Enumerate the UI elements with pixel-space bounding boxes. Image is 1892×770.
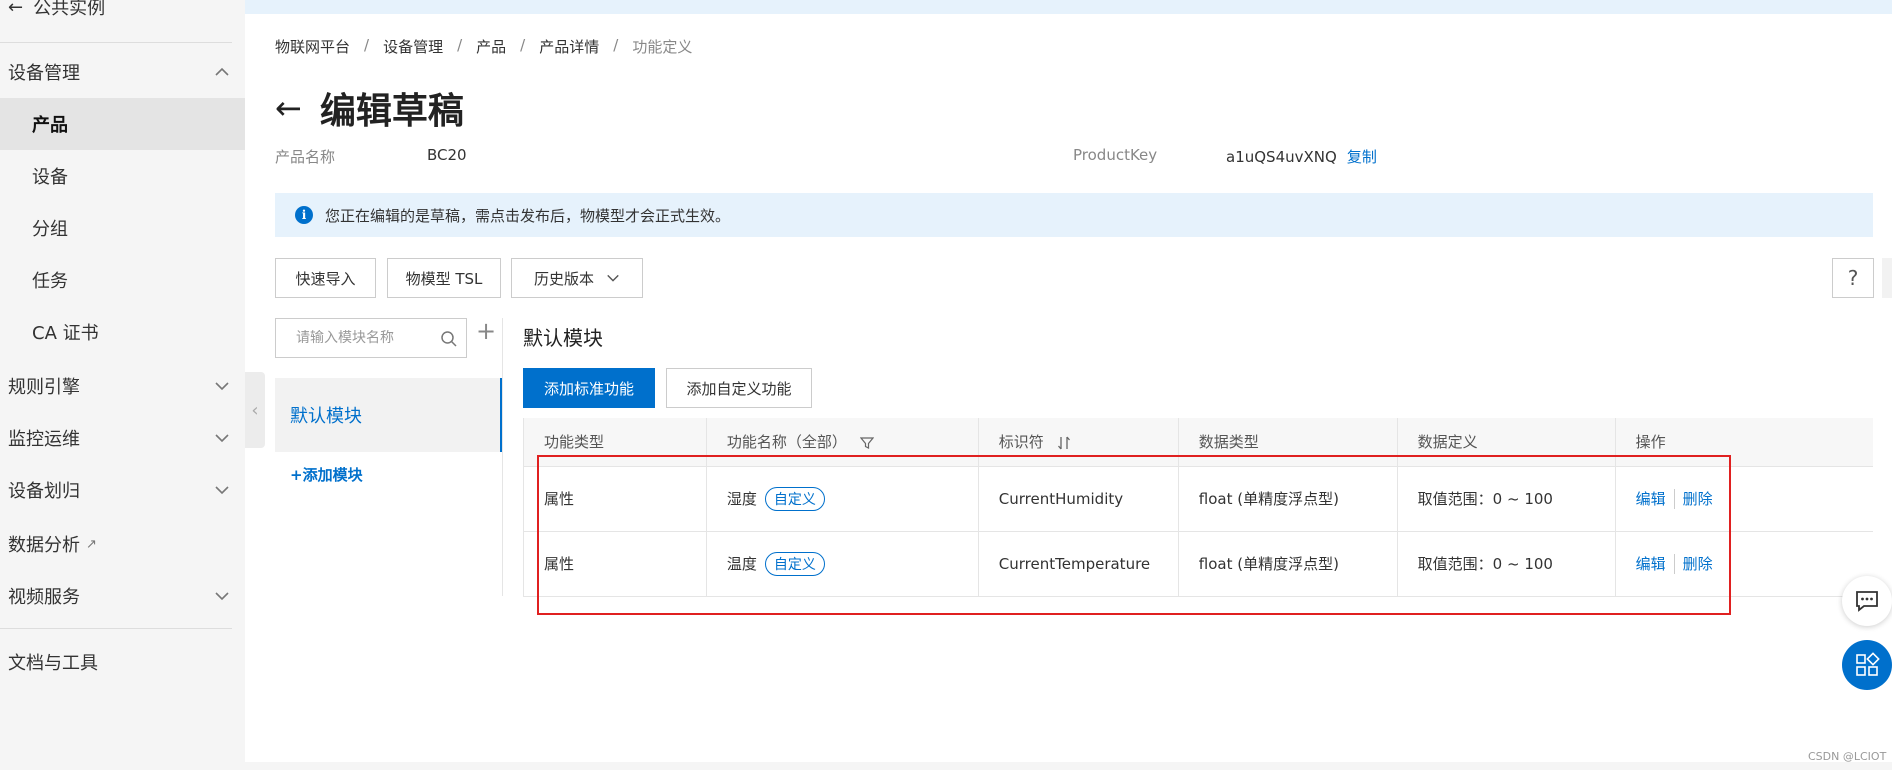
breadcrumb-separator: / [613,36,619,54]
chevron-down-icon [215,434,229,443]
sidebar-item-data-analysis[interactable]: 数据分析 ↗ [0,518,245,570]
product-key-field: a1uQS4uvXNQ 复制 [1226,146,1377,167]
sidebar-item-docs-tools[interactable]: 文档与工具 [0,636,245,688]
module-search [275,318,467,358]
apps-float-button[interactable] [1842,640,1892,690]
sidebar-item-ca-certificates[interactable]: CA 证书 [0,306,245,358]
module-search-input[interactable] [296,330,436,346]
breadcrumb-item[interactable]: 产品 [476,36,506,57]
sidebar-item-label: 规则引擎 [8,377,80,398]
breadcrumb: 物联网平台 / 设备管理 / 产品 / 产品详情 / 功能定义 [275,36,692,57]
product-name-label: 产品名称 [275,148,336,166]
sidebar-item-video-service[interactable]: 视频服务 [0,570,245,622]
column-header-label: 功能类型 [544,433,605,452]
sidebar-item-label: 监控运维 [8,429,80,450]
sidebar-item-device-management[interactable]: 设备管理 [0,46,245,98]
chevron-up-icon [215,67,229,76]
sidebar-item-label: 视频服务 [8,587,80,608]
draft-notice: i 您正在编辑的是草稿，需点击发布后，物模型才会正式生效。 [275,193,1873,237]
quick-import-label: 快速导入 [295,269,356,288]
page-header: ← 编辑草稿 [275,82,464,134]
column-header-label: 标识符 [998,433,1044,452]
tsl-button[interactable]: 物模型 TSL [387,258,501,298]
top-banner [245,0,1892,14]
apps-grid-icon [1856,652,1880,676]
add-custom-feature-button[interactable]: 添加自定义功能 [666,368,812,408]
sidebar-divider [0,628,232,629]
sidebar-item-tasks[interactable]: 任务 [0,254,245,306]
sidebar-item-device-assignment[interactable]: 设备划归 [0,464,245,516]
search-icon[interactable] [440,330,458,348]
sidebar-item-groups[interactable]: 分组 [0,202,245,254]
back-to-instances[interactable]: ← 公共实例 [8,0,105,22]
breadcrumb-current: 功能定义 [632,38,693,56]
breadcrumb-item[interactable]: 设备管理 [383,36,443,57]
add-standard-feature-button[interactable]: 添加标准功能 [523,368,655,408]
plus-icon[interactable]: + [476,319,496,343]
add-standard-label: 添加标准功能 [543,379,634,398]
back-arrow-icon[interactable]: ← [275,92,302,124]
chat-float-button[interactable] [1842,576,1892,626]
module-item-default[interactable]: 默认模块 [275,378,502,452]
add-custom-label: 添加自定义功能 [686,379,792,398]
chevron-down-icon [215,592,229,601]
sidebar-item-label: 文档与工具 [8,653,98,674]
column-header-label: 功能名称（全部） [726,433,847,452]
column-header-label: 数据定义 [1417,433,1478,452]
sidebar-item-label: 设备 [32,167,68,188]
copy-link[interactable]: 复制 [1347,148,1377,166]
product-name-value: BC20 [427,146,467,164]
sidebar-item-label: 设备划归 [8,481,80,502]
help-button[interactable]: ? [1832,258,1874,298]
sidebar: ← 公共实例 设备管理 产品 设备 分组 任务 CA 证书 规则引擎 监控运维 … [0,0,245,770]
sidebar-item-label: 产品 [32,115,68,136]
history-version-dropdown[interactable]: 历史版本 [511,258,643,298]
chevron-down-icon [215,382,229,391]
page-title: 编辑草稿 [319,91,464,132]
notice-text: 您正在编辑的是草稿，需点击发布后，物模型才会正式生效。 [325,206,731,225]
column-header-label: 操作 [1635,433,1666,452]
highlight-annotation-box [537,455,1731,615]
sidebar-item-devices[interactable]: 设备 [0,150,245,202]
sidebar-item-label: 数据分析 [8,535,80,556]
tsl-label: 物模型 TSL [405,269,483,288]
sidebar-item-label: 任务 [32,271,68,292]
history-label: 历史版本 [533,269,594,288]
chevron-down-icon [607,274,619,282]
right-edge-panel [1882,258,1892,298]
section-title: 默认模块 [523,326,603,350]
external-link-icon: ↗ [86,536,97,552]
column-header-label: 数据类型 [1198,433,1259,452]
sidebar-item-monitoring[interactable]: 监控运维 [0,412,245,464]
sidebar-item-rule-engine[interactable]: 规则引擎 [0,360,245,412]
breadcrumb-item[interactable]: 物联网平台 [275,36,350,57]
chevron-left-icon: ‹ [251,399,259,421]
sidebar-item-label: CA 证书 [32,323,99,344]
breadcrumb-separator: / [364,36,370,54]
filter-icon[interactable] [859,436,874,450]
breadcrumb-item[interactable]: 产品详情 [539,36,599,57]
sort-icon[interactable] [1057,436,1071,450]
add-module-link[interactable]: +添加模块 [290,464,363,485]
help-icon: ? [1847,266,1859,290]
chevron-down-icon [215,486,229,495]
sidebar-divider [0,42,232,43]
sidebar-collapse-handle[interactable]: ‹ [245,372,265,448]
sidebar-item-products[interactable]: 产品 [0,98,245,150]
back-instance-label: 公共实例 [33,0,106,19]
sidebar-item-label: 设备管理 [8,63,80,84]
sidebar-item-label: 分组 [32,219,68,240]
quick-import-button[interactable]: 快速导入 [275,258,376,298]
bottom-strip [245,762,1892,770]
breadcrumb-separator: / [457,36,463,54]
info-icon: i [295,206,313,224]
breadcrumb-separator: / [520,36,526,54]
product-key-label: ProductKey [1073,146,1158,164]
product-key-value: a1uQS4uvXNQ [1226,148,1337,166]
module-item-label: 默认模块 [290,406,362,427]
module-divider [502,318,503,596]
arrow-left-icon: ← [8,0,24,18]
chat-icon [1856,591,1878,612]
